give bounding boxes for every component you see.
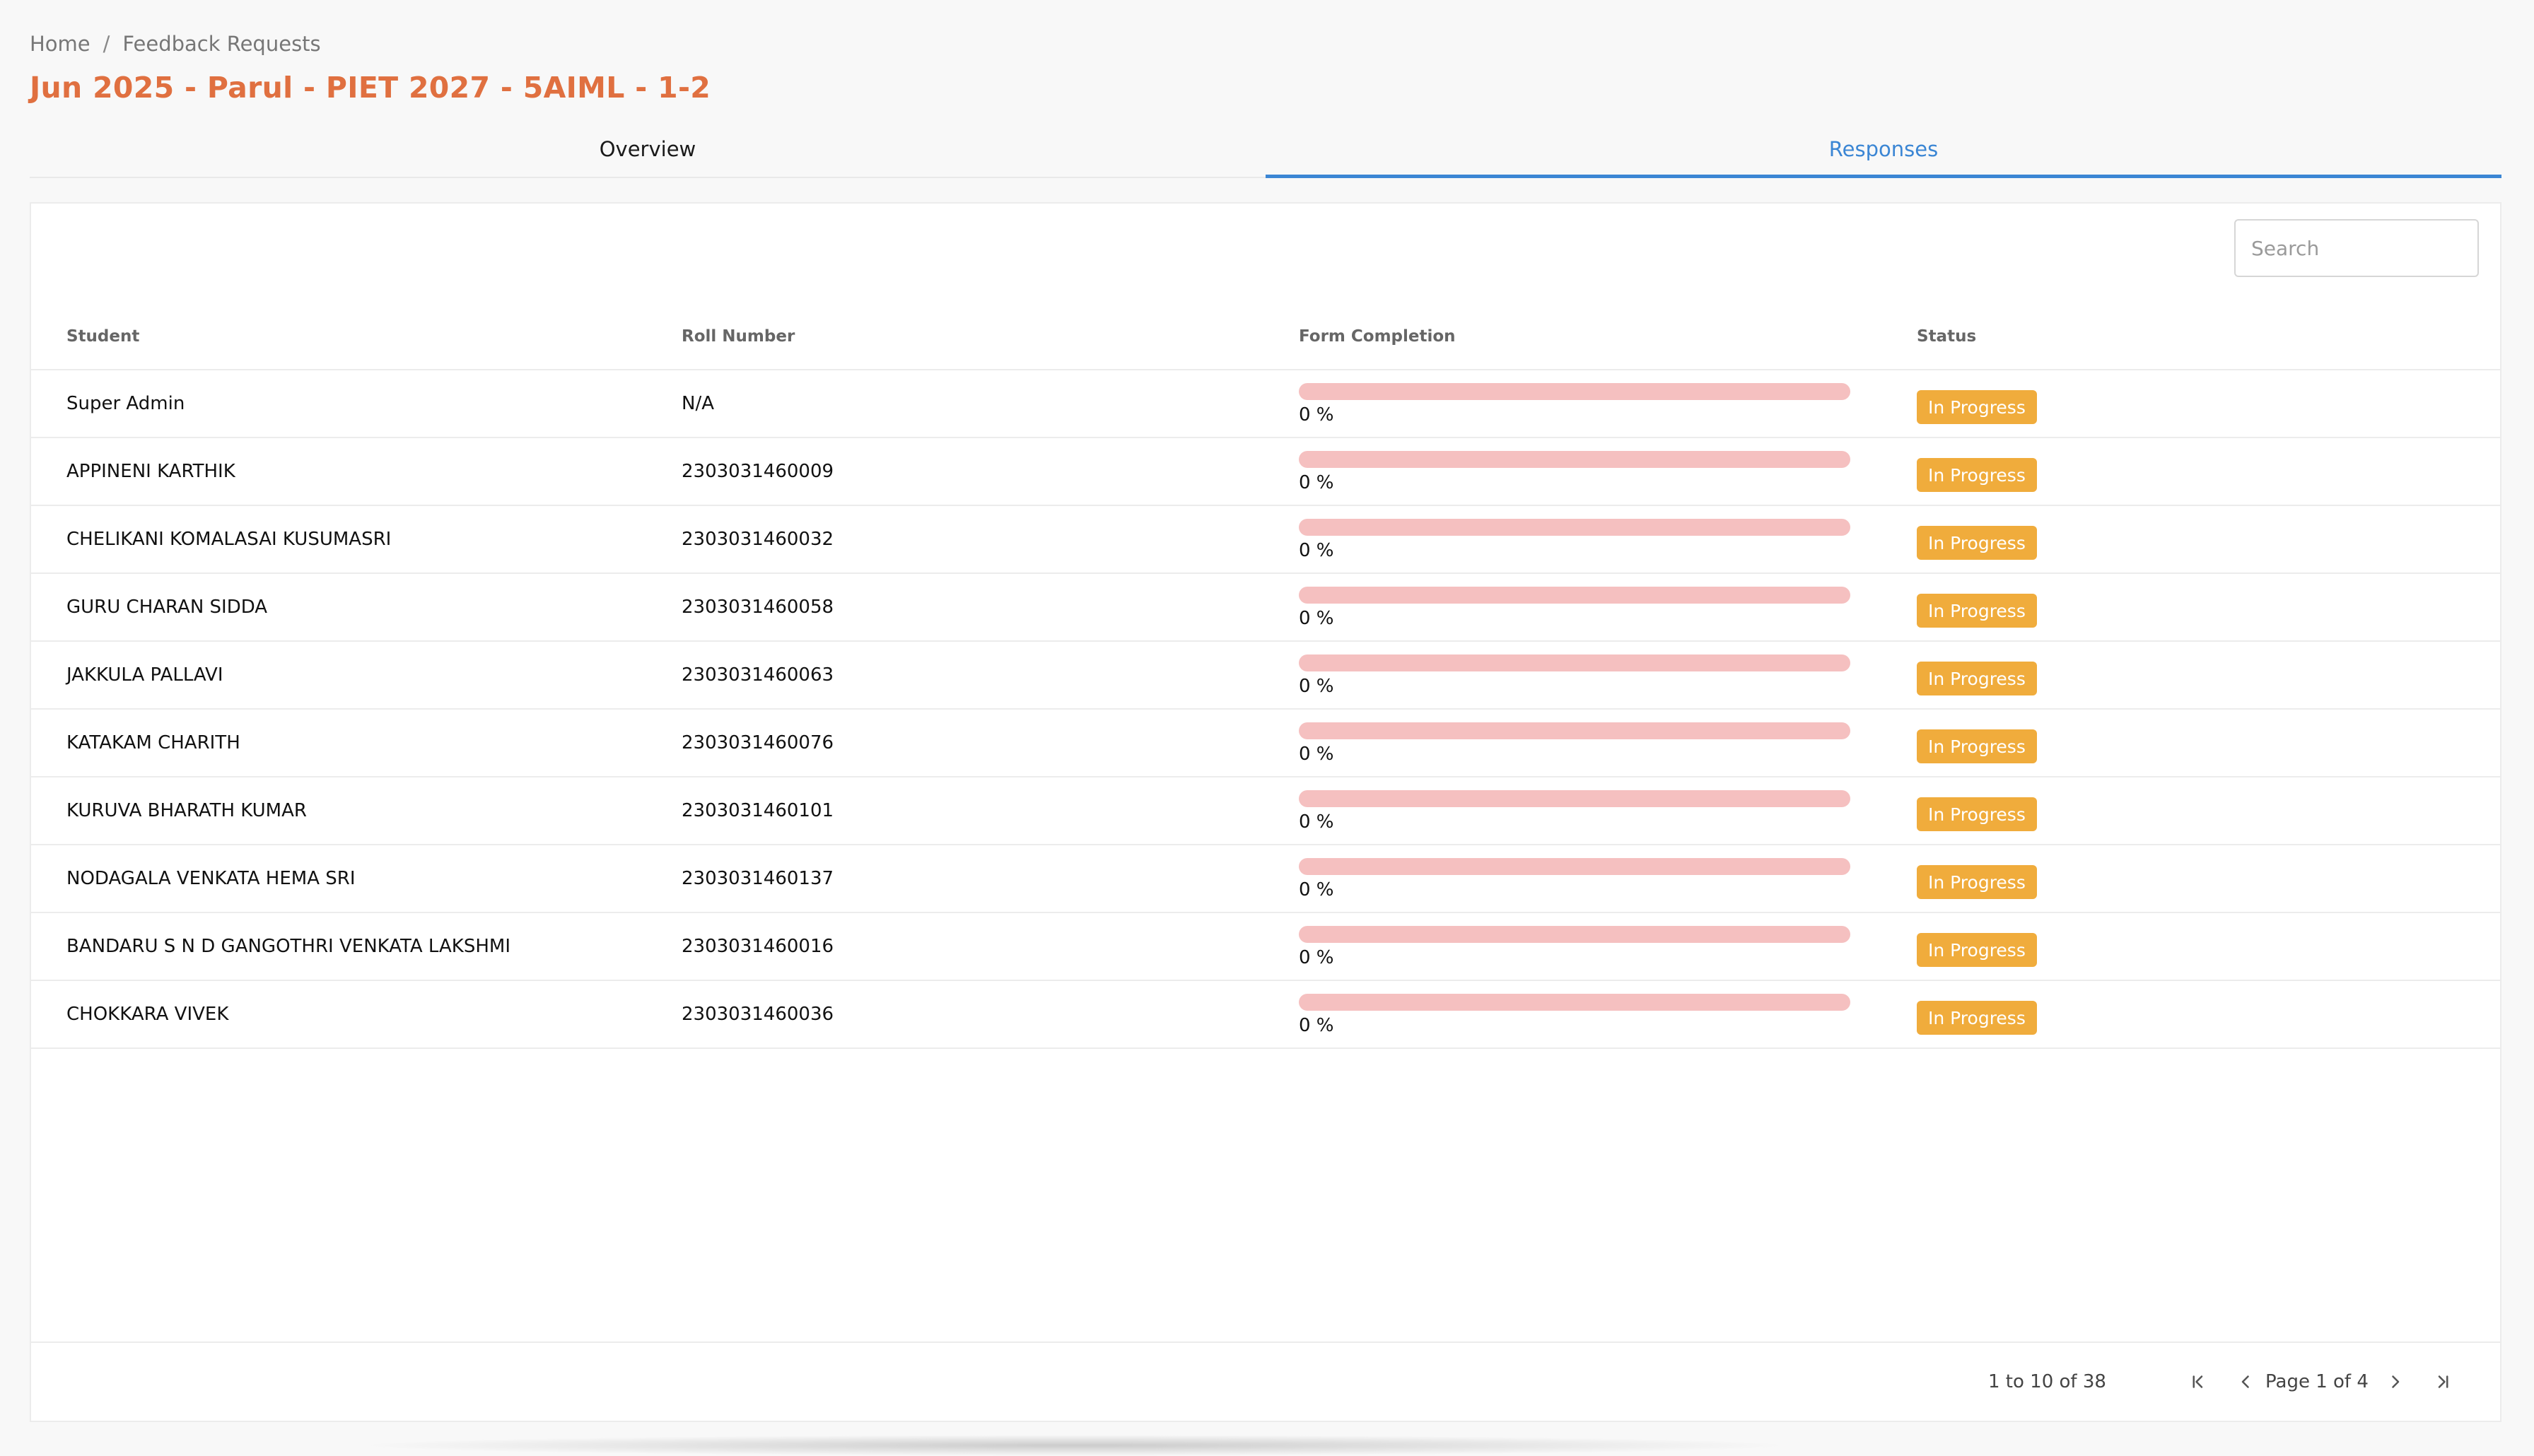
table-row[interactable]: NODAGALA VENKATA HEMA SRI 2303031460137 … [31,845,2500,913]
form-completion: 0 % [1299,858,1850,900]
status-badge: In Progress [1917,1001,2037,1035]
roll-number: 2303031460032 [682,529,834,550]
progress-text: 0 % [1299,744,1334,765]
breadcrumb-current-link[interactable]: Feedback Requests [122,32,320,56]
tab-responses[interactable]: Responses [1266,122,2501,178]
header-form-completion[interactable]: Form Completion [1299,303,1456,370]
progress-text: 0 % [1299,540,1334,561]
last-page-icon[interactable] [2425,1364,2460,1399]
student-name: CHOKKARA VIVEK [66,1004,229,1025]
tab-overview[interactable]: Overview [30,122,1266,177]
progress-text: 0 % [1299,811,1334,833]
table-row[interactable]: JAKKULA PALLAVI 2303031460063 0 % In Pro… [31,642,2500,710]
table-row[interactable]: APPINENI KARTHIK 2303031460009 0 % In Pr… [31,438,2500,506]
roll-number: 2303031460137 [682,868,834,889]
table-body: Super Admin N/A 0 % In Progress APPINENI… [31,370,2500,1049]
next-page-icon[interactable] [2377,1364,2412,1399]
status-badge: In Progress [1917,390,2037,424]
progress-bar [1299,519,1850,536]
previous-page-icon[interactable] [2229,1364,2264,1399]
table-header: Student Roll Number Form Completion Stat… [31,303,2500,370]
progress-text: 0 % [1299,1015,1334,1036]
page-title: Jun 2025 - Parul - PIET 2027 - 5AIML - 1… [30,71,711,105]
progress-text: 0 % [1299,879,1334,900]
roll-number: 2303031460058 [682,597,834,618]
page: Home / Feedback Requests Jun 2025 - Paru… [0,0,2534,1456]
student-name: JAKKULA PALLAVI [66,664,223,686]
table-row[interactable]: Super Admin N/A 0 % In Progress [31,370,2500,438]
breadcrumb-home-link[interactable]: Home [30,32,90,56]
roll-number: 2303031460009 [682,461,834,482]
progress-bar [1299,451,1850,468]
progress-text: 0 % [1299,947,1334,968]
form-completion: 0 % [1299,994,1850,1036]
form-completion: 0 % [1299,587,1850,629]
header-status[interactable]: Status [1917,303,1976,370]
responses-card: Student Roll Number Form Completion Stat… [30,202,2501,1422]
form-completion: 0 % [1299,383,1850,425]
pagination-bar: 1 to 10 of 38 Page 1 of 4 [31,1341,2500,1421]
table-row[interactable]: CHOKKARA VIVEK 2303031460036 0 % In Prog… [31,981,2500,1049]
student-name: GURU CHARAN SIDDA [66,597,268,618]
progress-text: 0 % [1299,404,1334,425]
table-row[interactable]: GURU CHARAN SIDDA 2303031460058 0 % In P… [31,574,2500,642]
tab-bar: Overview Responses [30,122,2501,178]
form-completion: 0 % [1299,519,1850,561]
student-name: NODAGALA VENKATA HEMA SRI [66,868,356,889]
header-roll-number[interactable]: Roll Number [682,303,795,370]
progress-text: 0 % [1299,608,1334,629]
status-badge: In Progress [1917,797,2037,831]
progress-bar [1299,654,1850,671]
progress-bar [1299,858,1850,875]
student-name: KATAKAM CHARITH [66,732,240,753]
form-completion: 0 % [1299,790,1850,833]
roll-number: 2303031460076 [682,732,834,753]
roll-number: 2303031460101 [682,800,834,821]
first-page-icon[interactable] [2180,1364,2216,1399]
progress-bar [1299,722,1850,739]
progress-bar [1299,926,1850,943]
form-completion: 0 % [1299,926,1850,968]
progress-text: 0 % [1299,472,1334,493]
table-row[interactable]: KATAKAM CHARITH 2303031460076 0 % In Pro… [31,710,2500,777]
table-row[interactable]: CHELIKANI KOMALASAI KUSUMASRI 2303031460… [31,506,2500,574]
status-badge: In Progress [1917,933,2037,967]
roll-number: 2303031460036 [682,1004,834,1025]
status-badge: In Progress [1917,662,2037,695]
pagination-range: 1 to 10 of 38 [1988,1371,2106,1392]
table-row[interactable]: KURUVA BHARATH KUMAR 2303031460101 0 % I… [31,777,2500,845]
breadcrumb: Home / Feedback Requests [30,30,321,58]
form-completion: 0 % [1299,451,1850,493]
form-completion: 0 % [1299,722,1850,765]
status-badge: In Progress [1917,458,2037,492]
roll-number: N/A [682,393,714,414]
roll-number: 2303031460063 [682,664,834,686]
roll-number: 2303031460016 [682,936,834,957]
breadcrumb-separator: / [103,32,110,56]
progress-bar [1299,790,1850,807]
progress-bar [1299,994,1850,1011]
status-badge: In Progress [1917,865,2037,899]
student-name: APPINENI KARTHIK [66,461,235,482]
status-badge: In Progress [1917,526,2037,560]
progress-bar [1299,383,1850,400]
header-student[interactable]: Student [66,303,139,370]
form-completion: 0 % [1299,654,1850,697]
progress-bar [1299,587,1850,604]
status-badge: In Progress [1917,594,2037,628]
student-name: BANDARU S N D GANGOTHRI VENKATA LAKSHMI [66,936,510,957]
status-badge: In Progress [1917,729,2037,763]
student-name: KURUVA BHARATH KUMAR [66,800,307,821]
progress-text: 0 % [1299,676,1334,697]
student-name: Super Admin [66,393,185,414]
pagination-page: Page 1 of 4 [2265,1371,2369,1392]
search-input[interactable] [2234,219,2479,277]
table-row[interactable]: BANDARU S N D GANGOTHRI VENKATA LAKSHMI … [31,913,2500,981]
student-name: CHELIKANI KOMALASAI KUSUMASRI [66,529,392,550]
